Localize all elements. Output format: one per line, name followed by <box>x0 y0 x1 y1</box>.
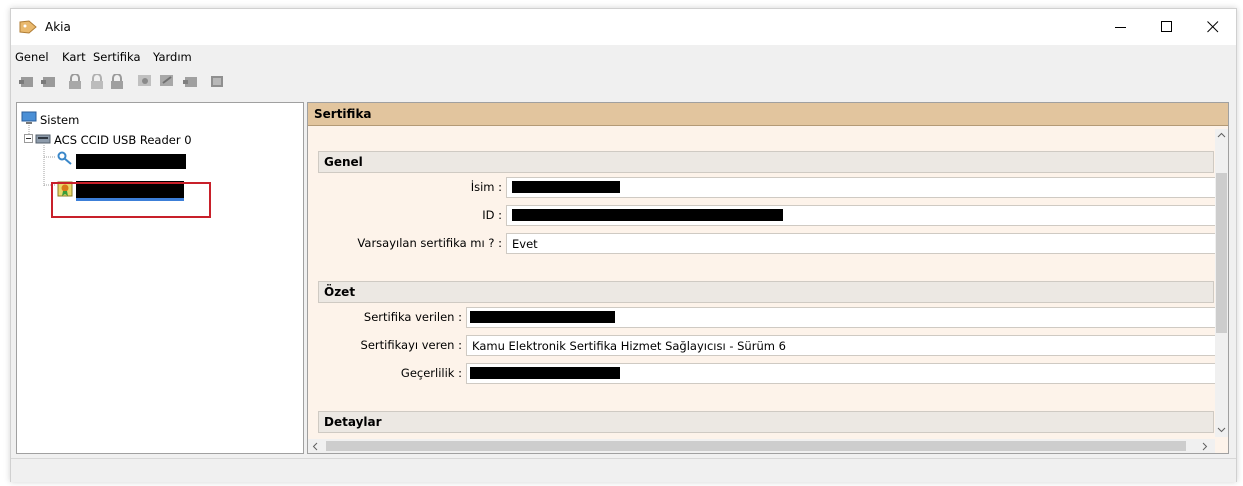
collapse-icon[interactable] <box>24 134 33 143</box>
certificate-icon[interactable] <box>159 74 175 89</box>
id-label: ID : <box>482 208 502 222</box>
card-icon[interactable] <box>19 74 35 89</box>
menu-sertifika[interactable]: Sertifika <box>93 50 141 64</box>
vertical-scroll-thumb[interactable] <box>1216 173 1227 333</box>
lock-icon[interactable] <box>67 74 83 89</box>
status-bar <box>11 458 1236 482</box>
key-icon <box>57 151 72 165</box>
card-reader-icon <box>35 134 51 144</box>
device-tree: Sistem ACS CCID USB Reader 0 <box>16 102 304 454</box>
close-button[interactable] <box>1190 9 1236 45</box>
menu-kart[interactable]: Kart <box>62 50 86 64</box>
section-ozet: Özet <box>318 281 1214 303</box>
chevron-up-icon[interactable] <box>1217 132 1226 138</box>
title-bar: Akia <box>11 9 1236 45</box>
section-genel-title: Genel <box>324 155 363 169</box>
gecerlilik-field <box>466 363 1228 384</box>
lock-icon[interactable] <box>109 74 125 89</box>
default-field: Evet <box>506 233 1228 254</box>
minimize-button[interactable] <box>1098 9 1144 45</box>
redacted-isim <box>512 181 620 193</box>
redacted-id <box>512 209 783 221</box>
chevron-down-icon[interactable] <box>1217 427 1226 433</box>
id-field <box>506 205 1228 226</box>
menu-genel[interactable]: Genel <box>15 50 49 64</box>
default-value: Evet <box>512 237 538 251</box>
card-icon[interactable] <box>209 74 225 89</box>
veren-field: Kamu Elektronik Sertifika Hizmet Sağlayı… <box>466 335 1228 356</box>
tree-item-sistem[interactable]: Sistem <box>40 113 79 127</box>
computer-icon <box>21 111 37 124</box>
redacted-verilen <box>470 311 615 323</box>
vertical-scrollbar[interactable] <box>1215 129 1228 437</box>
minimize-icon <box>1115 27 1126 28</box>
horizontal-scrollbar[interactable] <box>308 439 1215 453</box>
veren-label: Sertifikayı veren : <box>360 338 462 352</box>
section-detaylar-title: Detaylar <box>324 415 382 429</box>
card-icon[interactable] <box>41 74 57 89</box>
highlight-box <box>51 182 211 218</box>
window-title: Akia <box>45 20 71 34</box>
default-label: Varsayılan sertifika mı ? : <box>357 236 502 250</box>
section-genel: Genel <box>318 151 1214 173</box>
isim-field <box>506 177 1228 198</box>
panel-title: Sertifika <box>314 107 372 121</box>
maximize-button[interactable] <box>1144 9 1190 45</box>
chevron-left-icon[interactable] <box>312 442 318 451</box>
tree-item-reader[interactable]: ACS CCID USB Reader 0 <box>54 133 192 147</box>
menu-bar: Genel Kart Sertifika Yardım <box>11 47 1236 67</box>
app-logo-icon <box>19 20 37 34</box>
horizontal-scroll-thumb[interactable] <box>326 441 1186 451</box>
certificate-icon[interactable] <box>137 74 153 89</box>
section-detaylar: Detaylar <box>318 411 1214 433</box>
menu-yardim[interactable]: Yardım <box>153 50 192 64</box>
maximize-icon <box>1161 21 1172 32</box>
redacted-key-name <box>76 154 186 169</box>
toolbar <box>11 69 1236 95</box>
close-icon <box>1207 21 1219 33</box>
redacted-gecerlilik <box>470 367 620 379</box>
certificate-panel: Sertifika Genel İsim : ID : Varsayılan s… <box>307 102 1229 454</box>
panel-header: Sertifika <box>308 103 1228 126</box>
section-ozet-title: Özet <box>324 285 356 299</box>
chevron-right-icon[interactable] <box>1202 442 1208 451</box>
isim-label: İsim : <box>470 180 502 194</box>
lock-icon[interactable] <box>89 74 105 89</box>
veren-value: Kamu Elektronik Sertifika Hizmet Sağlayı… <box>472 339 786 353</box>
verilen-field <box>466 307 1228 328</box>
gecerlilik-label: Geçerlilik : <box>400 366 462 380</box>
verilen-label: Sertifika verilen : <box>363 310 462 324</box>
app-window: Akia Genel Kart Sertifika Yardım Sistem <box>10 8 1237 482</box>
card-icon[interactable] <box>183 74 199 89</box>
